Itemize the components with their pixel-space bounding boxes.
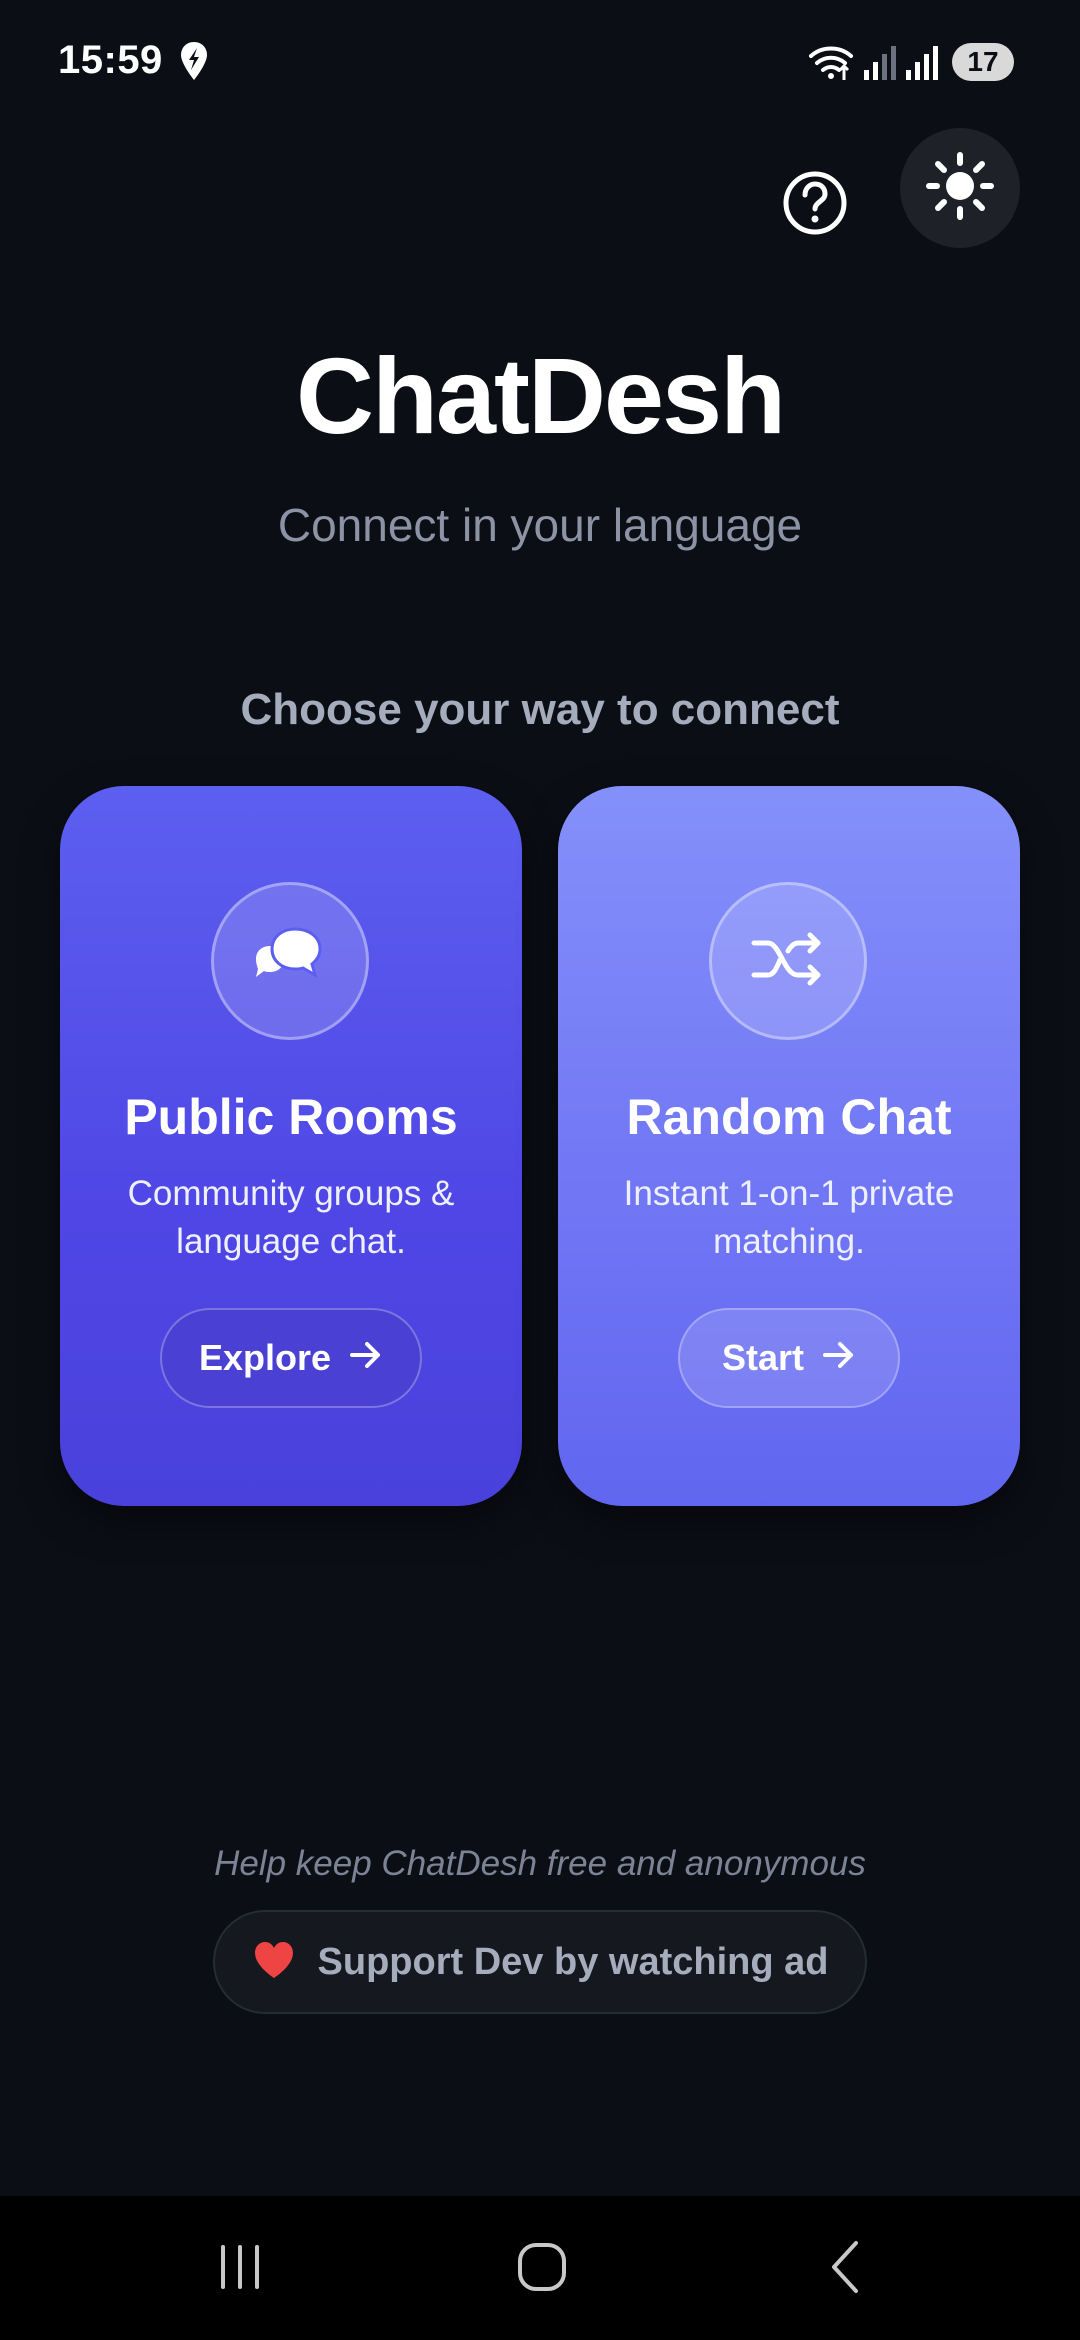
back-icon [826, 2239, 866, 2300]
start-button[interactable]: Start [678, 1308, 900, 1408]
sun-icon [925, 151, 995, 226]
button-label: Start [721, 1337, 805, 1378]
card-icon-circle [211, 882, 369, 1040]
home-button[interactable] [482, 2224, 602, 2314]
card-description: Community groups & language chat. [127, 1174, 455, 1261]
notification-app-icon [178, 40, 210, 82]
support-dev-button[interactable]: Support Dev by watching ad [213, 1910, 867, 2014]
signal-strength-icon [862, 42, 896, 82]
card-icon-circle [709, 882, 867, 1040]
system-navigation-bar [0, 2196, 1080, 2340]
battery-indicator: 17 [952, 43, 1014, 81]
home-icon [516, 2241, 568, 2298]
shuffle-icon [750, 929, 826, 994]
signal-strength-icon [904, 42, 938, 82]
recent-apps-icon [215, 2242, 265, 2297]
chat-bubbles-icon [250, 919, 330, 1004]
card-description: Instant 1-on-1 private matching. [623, 1174, 955, 1261]
status-time: 15:59 [58, 38, 163, 82]
help-icon [782, 170, 848, 241]
back-button[interactable] [786, 2224, 906, 2314]
app-tagline: Connect in your language [277, 499, 803, 551]
wifi-icon [808, 42, 854, 82]
button-label: Explore [198, 1337, 332, 1378]
support-note: Help keep ChatDesh free and anonymous [214, 1844, 866, 1883]
arrow-right-icon [822, 1337, 856, 1379]
card-title: Public Rooms [124, 1089, 458, 1145]
status-icons: 17 [808, 40, 1014, 84]
explore-button[interactable]: Explore [160, 1308, 422, 1408]
help-button[interactable] [760, 150, 870, 260]
support-button-label: Support Dev by watching ad [317, 1940, 829, 1983]
status-bar: 15:59 17 [0, 0, 1080, 126]
card-title: Random Chat [626, 1089, 952, 1145]
theme-toggle-button[interactable] [900, 128, 1020, 248]
heart-icon [252, 1940, 296, 1985]
recent-apps-button[interactable] [180, 2224, 300, 2314]
section-heading: Choose your way to connect [240, 685, 840, 734]
arrow-right-icon [349, 1337, 383, 1379]
public-rooms-card[interactable]: Public Rooms Community groups & language… [60, 786, 522, 1506]
app-title: ChatDesh [295, 335, 786, 456]
random-chat-card[interactable]: Random Chat Instant 1-on-1 private match… [558, 786, 1020, 1506]
